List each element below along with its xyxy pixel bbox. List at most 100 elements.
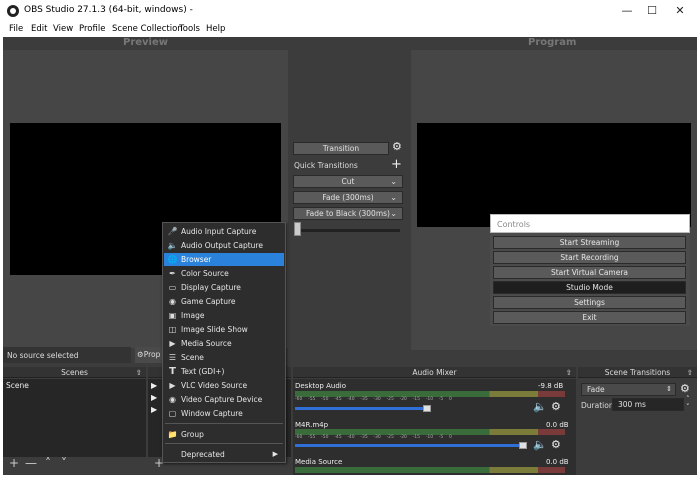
menu-item-window-capture[interactable]: ▢ Window Capture	[164, 407, 284, 420]
scene-transitions-header: Scene Transitions ⇧	[578, 367, 697, 378]
menu-help[interactable]: Help	[206, 24, 225, 34]
menu-profile[interactable]: Profile	[79, 24, 105, 34]
menu-item-deprecated[interactable]: Deprecated ▶	[164, 448, 284, 461]
globe-icon: 🌐	[167, 255, 178, 264]
quick-transition-cut[interactable]: Cut ⌄	[293, 175, 403, 188]
menu-item-display-capture[interactable]: ▭ Display Capture	[164, 281, 284, 294]
menu-tools[interactable]: Tools	[179, 24, 200, 34]
duration-stepper-icon[interactable]: ˄ ˅	[686, 395, 690, 411]
menu-item-image[interactable]: ▣ Image	[164, 309, 284, 322]
dock-float-icon[interactable]: ⇧	[566, 367, 572, 378]
quick-transitions-label: Quick Transitions	[294, 161, 358, 170]
chevron-down-icon[interactable]: ⌄	[390, 192, 397, 204]
duration-input[interactable]: 300 ms	[612, 398, 684, 411]
start-virtual-camera-button[interactable]: Start Virtual Camera	[493, 266, 686, 279]
menu-item-audio-input-capture[interactable]: 🎤 Audio Input Capture	[164, 225, 284, 238]
controls-header: Controls	[490, 214, 690, 233]
scenes-title: Scenes	[61, 368, 88, 377]
menu-item-label: Color Source	[181, 269, 229, 278]
scene-item[interactable]: Scene	[6, 381, 29, 390]
tbar-handle[interactable]	[294, 222, 301, 236]
submenu-arrow-icon: ▶	[272, 450, 278, 458]
transition-select[interactable]: Fade ⇕	[581, 383, 676, 396]
menu-item-label: Text (GDI+)	[181, 367, 225, 376]
menu-item-media-source[interactable]: ▶ Media Source	[164, 337, 284, 350]
channel-name: M4R.m4p	[295, 421, 329, 429]
quick-transition-label: Fade to Black (300ms)	[306, 209, 390, 218]
move-up-icon[interactable]: ˄	[45, 456, 51, 470]
menu-bar: File Edit View Profile Scene Collection …	[0, 22, 700, 37]
menu-item-browser[interactable]: 🌐 Browser	[164, 253, 284, 266]
quick-transition-label: Cut	[341, 177, 355, 186]
settings-button[interactable]: Settings	[493, 296, 686, 309]
menu-separator	[165, 423, 283, 424]
title-bar: OBS Studio 27.1.3 (64-bit, windows) - — …	[0, 0, 700, 22]
volume-track[interactable]	[295, 407, 427, 410]
move-down-icon[interactable]: ˅	[61, 456, 67, 470]
chevron-down-icon[interactable]: ⌄	[390, 208, 397, 220]
channel-name: Desktop Audio	[295, 382, 346, 390]
menu-item-video-capture-device[interactable]: ◉ Video Capture Device	[164, 393, 284, 406]
folder-icon: 📁	[167, 430, 178, 439]
program-display[interactable]	[417, 123, 691, 227]
chevron-down-icon[interactable]: ⌄	[390, 176, 397, 188]
volume-knob[interactable]	[519, 442, 527, 449]
gear-icon[interactable]: ⚙	[551, 438, 561, 451]
list-icon: ☰	[168, 353, 177, 362]
stepper-icon[interactable]: ⇕	[666, 383, 672, 395]
source-visibility-icon[interactable]: ▶	[151, 381, 157, 390]
dock-float-icon[interactable]: ⇧	[136, 367, 142, 378]
quick-transition-fade-black[interactable]: Fade to Black (300ms) ⌄	[293, 207, 403, 220]
menu-item-label: VLC Video Source	[181, 381, 248, 390]
menu-separator	[165, 443, 283, 444]
menu-item-vlc-video-source[interactable]: ▶ VLC Video Source	[164, 379, 284, 392]
menu-view[interactable]: View	[53, 24, 73, 34]
meter-ticks: -60 -55 -50 -45 -40 -35 -30 -25 -20 -15 …	[295, 435, 452, 440]
exit-button[interactable]: Exit	[493, 311, 686, 324]
close-icon[interactable]: ✕	[665, 0, 695, 22]
transition-properties-gear-icon[interactable]: ⚙	[680, 382, 690, 395]
window-title: OBS Studio 27.1.3 (64-bit, windows) -	[24, 5, 193, 15]
menu-item-image-slide-show[interactable]: ◫ Image Slide Show	[164, 323, 284, 336]
menu-scene-collection[interactable]: Scene Collection	[112, 24, 183, 34]
menu-item-label: Group	[181, 430, 204, 439]
start-recording-button[interactable]: Start Recording	[493, 251, 686, 264]
menu-item-label: Game Capture	[181, 297, 236, 306]
volume-knob[interactable]	[423, 405, 431, 412]
play-icon: ▶	[169, 381, 176, 390]
properties-button[interactable]: ⚙Prop	[135, 347, 163, 363]
speaker-icon[interactable]: 🔈	[533, 438, 547, 451]
transition-button[interactable]: Transition	[293, 142, 389, 155]
menu-item-scene[interactable]: ☰ Scene	[164, 351, 284, 364]
source-visibility-icon[interactable]: ▶	[151, 405, 157, 414]
menu-edit[interactable]: Edit	[31, 24, 47, 34]
source-visibility-icon[interactable]: ▶	[151, 393, 157, 402]
menu-item-text-gdi[interactable]: T Text (GDI+)	[164, 365, 284, 378]
menu-item-color-source[interactable]: ✒ Color Source	[164, 267, 284, 280]
dock-float-icon[interactable]: ⇧	[687, 367, 693, 378]
maximize-icon[interactable]: ☐	[637, 0, 667, 22]
add-quick-transition-icon[interactable]: +	[391, 157, 402, 172]
program-label: Program	[528, 37, 577, 48]
image-icon: ▣	[168, 311, 177, 320]
transition-gear-icon[interactable]: ⚙	[392, 140, 402, 153]
speaker-icon[interactable]: 🔈	[533, 400, 547, 413]
studio-mode-button[interactable]: Studio Mode	[493, 281, 686, 294]
tbar-track[interactable]	[296, 229, 400, 232]
preview-label: Preview	[123, 37, 169, 48]
add-scene-icon[interactable]: +	[9, 456, 19, 470]
quick-transition-fade[interactable]: Fade (300ms) ⌄	[293, 191, 403, 204]
volume-track[interactable]	[295, 444, 523, 447]
channel-level: 0.0 dB	[546, 458, 569, 466]
gear-icon[interactable]: ⚙	[551, 400, 561, 413]
menu-file[interactable]: File	[9, 24, 23, 34]
remove-scene-icon[interactable]: —	[25, 456, 37, 470]
menu-item-game-capture[interactable]: ◉ Game Capture	[164, 295, 284, 308]
menu-item-label: Image Slide Show	[181, 325, 248, 334]
menu-item-audio-output-capture[interactable]: 🔈 Audio Output Capture	[164, 239, 284, 252]
menu-item-group[interactable]: 📁 Group	[164, 428, 284, 441]
start-streaming-button[interactable]: Start Streaming	[493, 236, 686, 249]
gear-icon: ⚙	[137, 350, 144, 359]
menu-item-label: Video Capture Device	[181, 395, 263, 404]
duration-value: 300 ms	[618, 400, 646, 409]
